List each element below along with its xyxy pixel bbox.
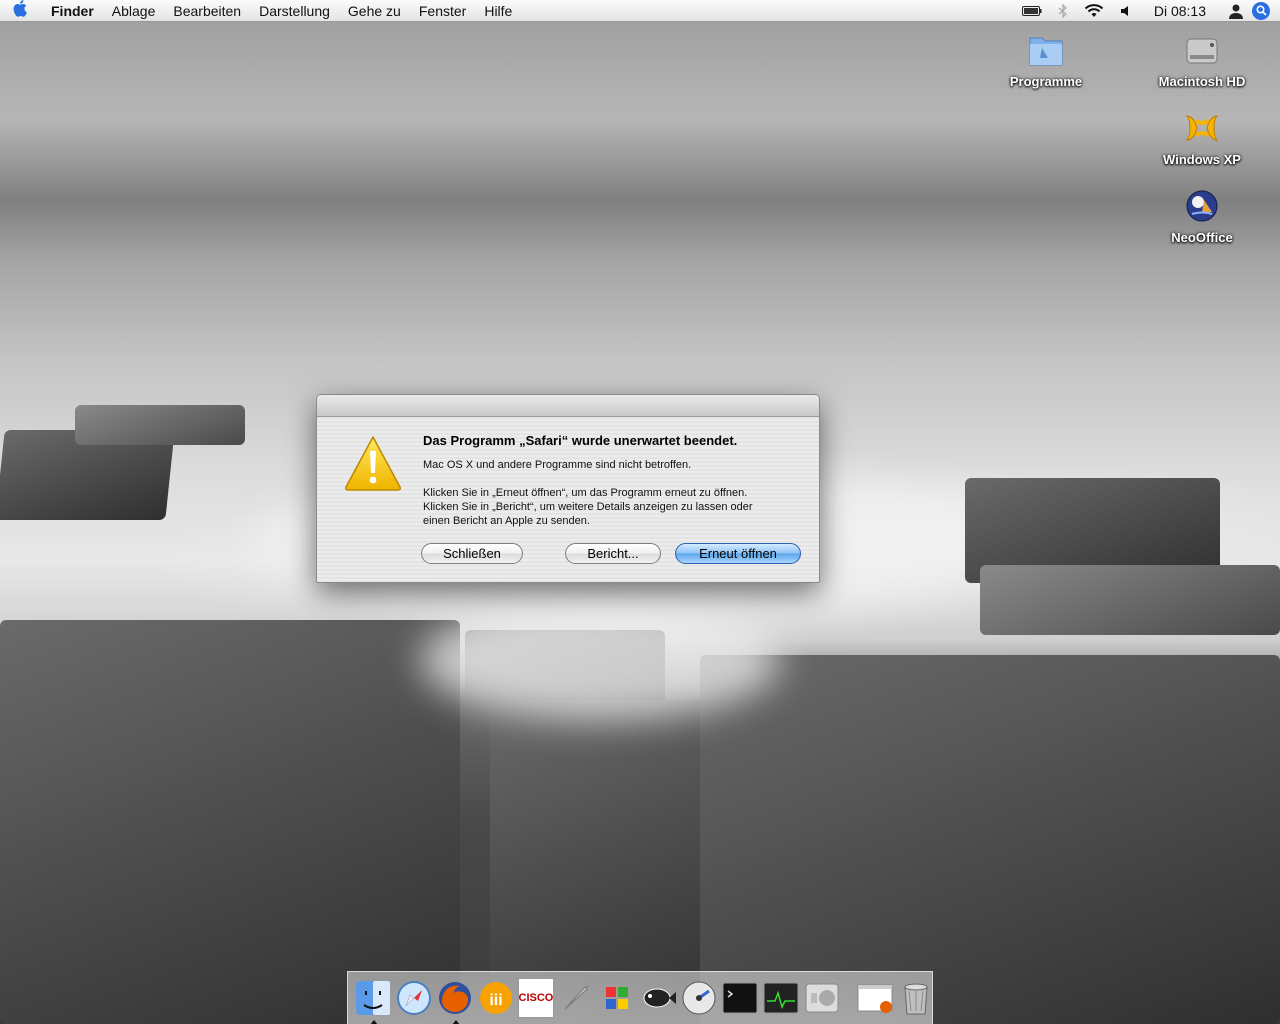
dock: iii CISCO	[347, 971, 933, 1024]
desktop-icon-windows-xp[interactable]: Windows XP	[1147, 108, 1257, 167]
dialog-title: Das Programm „Safari“ wurde unerwartet b…	[423, 433, 738, 448]
desktop[interactable]: Finder Ablage Bearbeiten Darstellung Geh…	[0, 0, 1280, 1024]
menu-ablage[interactable]: Ablage	[103, 0, 165, 22]
folder-icon	[1026, 30, 1066, 70]
desktop-icon-label: Macintosh HD	[1158, 74, 1246, 89]
menu-darstellung[interactable]: Darstellung	[250, 0, 339, 22]
desktop-icon-macintosh-hd[interactable]: Macintosh HD	[1147, 30, 1257, 89]
fish-app-icon[interactable]	[639, 978, 677, 1018]
menu-hilfe[interactable]: Hilfe	[475, 0, 521, 22]
menu-bar: Finder Ablage Bearbeiten Darstellung Geh…	[0, 0, 1280, 22]
report-button[interactable]: Bericht...	[565, 543, 661, 564]
running-indicator-icon	[451, 1020, 460, 1024]
trash-icon[interactable]	[897, 978, 935, 1018]
desktop-icon-label: NeoOffice	[1171, 230, 1233, 245]
rocket-app-icon[interactable]	[557, 978, 595, 1018]
hard-drive-icon	[1182, 30, 1222, 70]
desktop-icon-neooffice[interactable]: NeoOffice	[1147, 186, 1257, 245]
menu-finder[interactable]: Finder	[42, 0, 103, 22]
apple-menu-icon[interactable]	[0, 0, 42, 22]
dialog-message-line: Mac OS X und andere Programme sind nicht…	[423, 459, 692, 471]
clock[interactable]: Di 08:13	[1140, 3, 1220, 19]
wallpaper-rock	[980, 565, 1280, 635]
dialog-title-bar[interactable]	[317, 395, 819, 417]
terminal-icon[interactable]	[721, 978, 759, 1018]
windows-app-icon[interactable]	[598, 978, 636, 1018]
activity-monitor-icon[interactable]	[762, 978, 800, 1018]
dialog-message-line: Klicken Sie in „Erneut öffnen“, um das P…	[423, 487, 748, 499]
crash-alert-dialog: Das Programm „Safari“ wurde unerwartet b…	[316, 394, 820, 583]
menu-bearbeiten[interactable]: Bearbeiten	[164, 0, 250, 22]
wallpaper-rock	[75, 405, 245, 445]
network-utility-icon[interactable]	[680, 978, 718, 1018]
windows-xp-volume-icon	[1182, 108, 1222, 148]
menu-gehe-zu[interactable]: Gehe zu	[339, 0, 410, 22]
menu-extras: Di 08:13	[1014, 0, 1280, 22]
finder-icon[interactable]	[354, 978, 392, 1024]
wallpaper-rock	[0, 620, 460, 1024]
dialog-message-line: einen Bericht an Apple zu senden.	[423, 515, 590, 527]
cisco-logo-text: CISCO	[518, 992, 554, 1004]
neooffice-icon	[1182, 186, 1222, 226]
firefox-icon[interactable]	[436, 978, 474, 1024]
ichat-icon[interactable]: iii	[477, 978, 515, 1018]
wallpaper-rock	[700, 655, 1280, 1024]
reopen-button[interactable]: Erneut öffnen	[675, 543, 801, 564]
minimized-window-icon[interactable]	[856, 978, 894, 1018]
running-indicator-icon	[369, 1020, 378, 1024]
wallpaper-mist	[420, 600, 780, 720]
spotlight-icon[interactable]	[1252, 1, 1270, 20]
dialog-message-line: Klicken Sie in „Bericht“, um weitere Det…	[423, 501, 753, 513]
cisco-vpn-icon[interactable]: CISCO	[517, 978, 555, 1018]
svg-text:iii: iii	[489, 992, 502, 1009]
close-button[interactable]: Schließen	[421, 543, 523, 564]
user-icon[interactable]	[1220, 3, 1252, 19]
wifi-icon[interactable]	[1076, 3, 1112, 18]
volume-icon[interactable]	[1112, 5, 1140, 17]
battery-icon[interactable]	[1014, 5, 1050, 17]
desktop-icon-label: Programme	[1009, 74, 1083, 89]
menu-fenster[interactable]: Fenster	[410, 0, 475, 22]
desktop-icon-label: Windows XP	[1163, 152, 1241, 167]
safari-icon[interactable]	[395, 978, 433, 1018]
bluetooth-icon[interactable]	[1050, 3, 1076, 18]
system-preferences-icon[interactable]	[803, 978, 841, 1018]
warning-icon	[343, 433, 403, 495]
desktop-icon-programme[interactable]: Programme	[991, 30, 1101, 89]
